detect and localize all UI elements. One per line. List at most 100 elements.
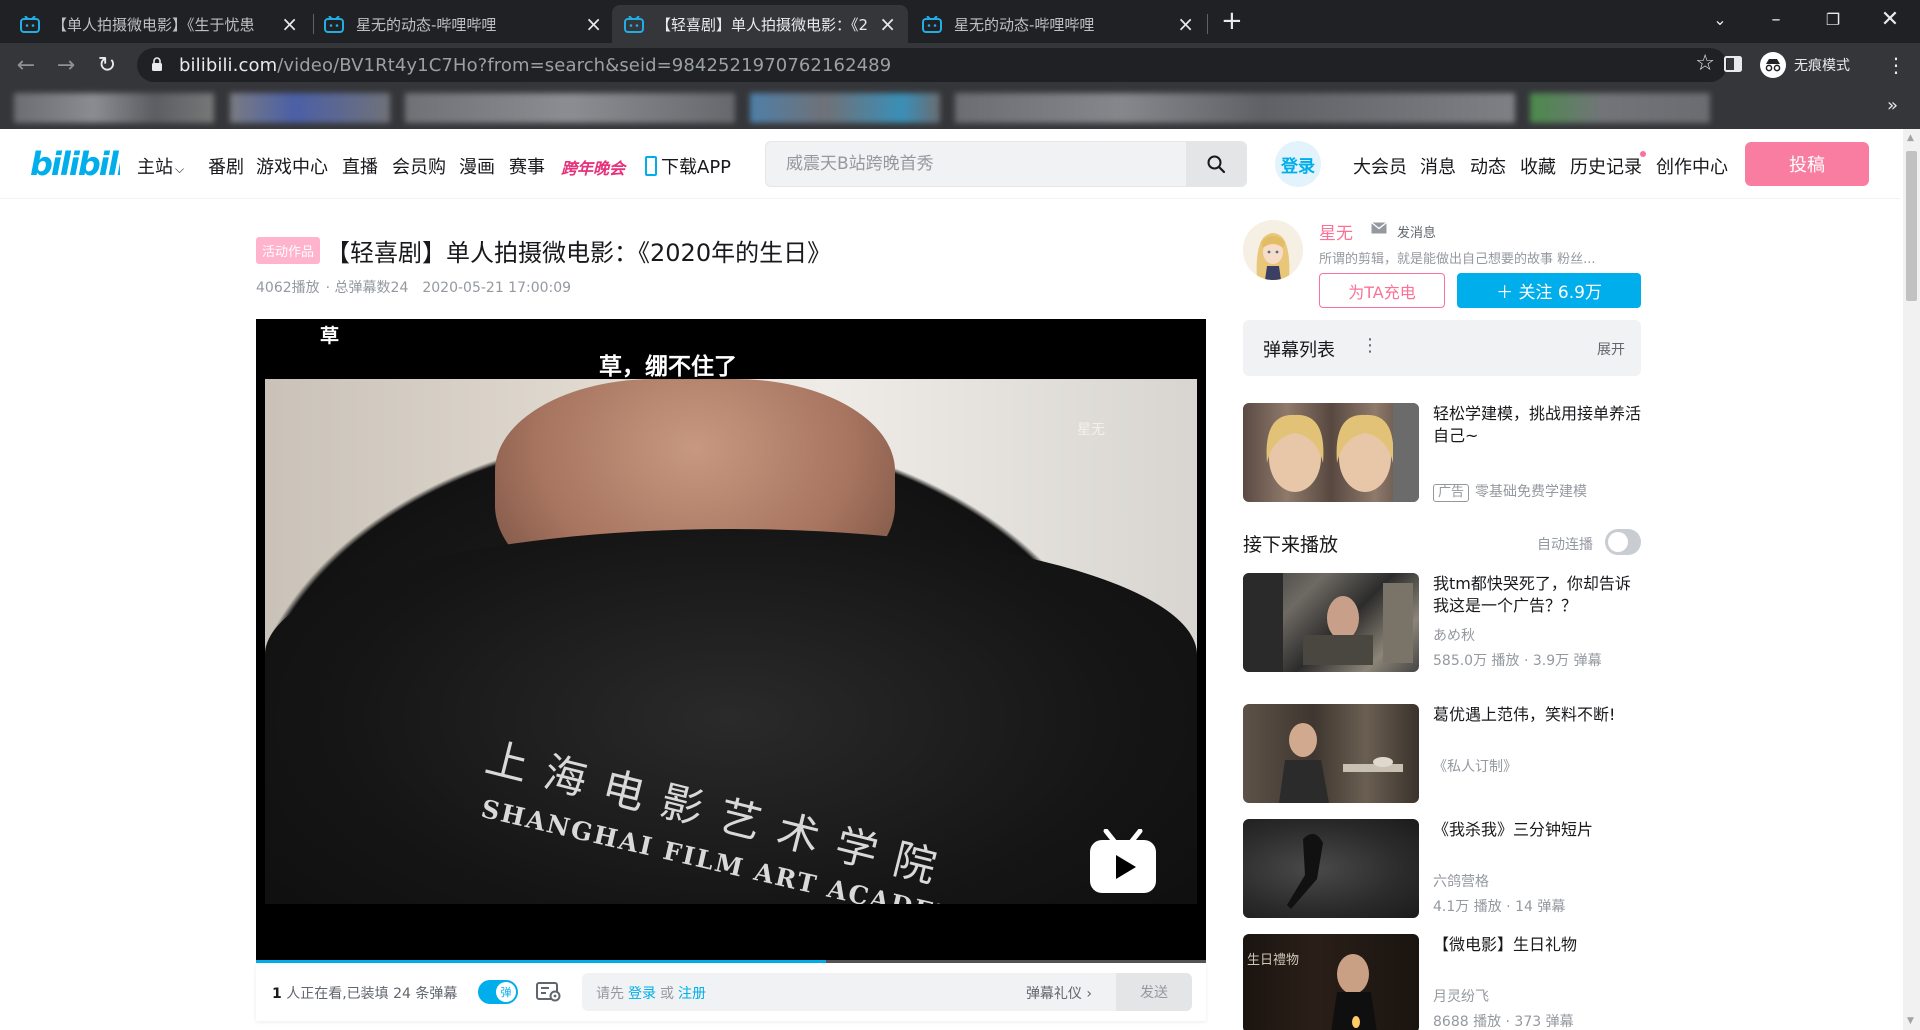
nav-vip[interactable]: 大会员 xyxy=(1353,153,1407,179)
nav-download-app[interactable]: 下载APP xyxy=(645,153,731,179)
nav-new-year-gala[interactable]: 跨年晚会 xyxy=(561,155,625,179)
bookmark-item[interactable] xyxy=(1530,93,1710,123)
browser-menu-icon[interactable]: ⋮ xyxy=(1886,55,1906,75)
more-options-icon[interactable]: ⋮ xyxy=(1361,335,1379,356)
nav-mall[interactable]: 会员购 xyxy=(392,153,446,179)
register-link[interactable]: 注册 xyxy=(678,986,706,1002)
bookmark-star-icon[interactable]: ☆ xyxy=(1695,51,1715,76)
uploader-avatar[interactable] xyxy=(1243,220,1303,280)
danmaku-comment: 草，绷不住了 xyxy=(599,354,737,380)
address-bar[interactable]: bilibili.com/video/BV1Rt4y1C7Ho?from=sea… xyxy=(137,48,1727,82)
minimize-icon[interactable]: – xyxy=(1748,0,1804,38)
big-play-icon[interactable] xyxy=(1088,829,1158,895)
search-box xyxy=(765,141,1247,187)
nav-label: 主站 xyxy=(137,157,173,178)
tab-title: 星无的动态-哔哩哔哩 xyxy=(954,15,1095,34)
video-frame: 上海电影艺术学院 SHANGHAI FILM ART ACADEMY 星无 xyxy=(265,379,1197,904)
video-uploader[interactable]: 月灵纷飞 xyxy=(1433,986,1489,1006)
lock-icon[interactable] xyxy=(151,56,169,74)
search-icon xyxy=(1207,155,1226,174)
more-bookmarks-icon[interactable]: » xyxy=(1887,95,1898,116)
reload-icon[interactable]: ↻ xyxy=(91,49,123,81)
search-button[interactable] xyxy=(1186,142,1246,186)
bilibili-favicon-icon xyxy=(922,15,942,33)
expand-button[interactable]: 展开 xyxy=(1597,339,1625,359)
bookmark-item[interactable] xyxy=(750,93,940,123)
browser-tab[interactable]: 星无的动态-哔哩哔哩 × xyxy=(910,5,1206,43)
side-panel-icon[interactable] xyxy=(1723,54,1743,78)
autoplay-switch[interactable] xyxy=(1605,529,1641,555)
danmaku-list-title: 弹幕列表 xyxy=(1263,340,1335,361)
close-tab-icon[interactable]: × xyxy=(585,14,602,34)
danmaku-etiquette-link[interactable]: 弹幕礼仪 › xyxy=(1026,983,1092,1003)
nav-main-site[interactable]: 主站 ⌵ xyxy=(137,153,184,179)
nav-manga[interactable]: 漫画 xyxy=(459,153,495,179)
envelope-icon[interactable] xyxy=(1371,222,1387,234)
recommended-video[interactable]: 我tm都快哭死了，你却告诉我这是一个广告？？ あめ秋 585.0万 播放 · 3… xyxy=(1243,573,1641,673)
close-window-icon[interactable]: ✕ xyxy=(1862,0,1918,38)
nav-history[interactable]: 历史记录 xyxy=(1570,151,1646,179)
browser-tab-active[interactable]: 【轻喜剧】单人拍摄微电影：《2 × xyxy=(612,5,908,43)
url-text: bilibili.com/video/BV1Rt4y1C7Ho?from=sea… xyxy=(179,55,891,76)
bookmark-item[interactable] xyxy=(230,93,390,123)
ad-card[interactable]: 轻松学建模，挑战用接单养活自己~ 广告 零基础免费学建模 xyxy=(1243,403,1641,503)
viewer-count: 1 人正在看,已装填 24 条弹幕 xyxy=(272,983,457,1003)
nav-dynamics[interactable]: 动态 xyxy=(1470,153,1506,179)
nav-creator-center[interactable]: 创作中心 xyxy=(1656,153,1728,179)
send-message-link[interactable]: 发消息 xyxy=(1397,222,1436,241)
bilibili-favicon-icon xyxy=(324,15,344,33)
video-uploader[interactable]: あめ秋 xyxy=(1433,625,1475,645)
danmaku-input[interactable]: 请先 登录或注册 弹幕礼仪 › 发送 xyxy=(582,973,1192,1011)
video-meta: 4062播放 · 总弹幕数24 2020-05-21 17:00:09 xyxy=(256,277,585,297)
login-link[interactable]: 登录 xyxy=(628,986,656,1002)
nav-anime[interactable]: 番剧 xyxy=(208,153,244,179)
uploader-name[interactable]: 星无 xyxy=(1319,219,1353,244)
nav-game-center[interactable]: 游戏中心 xyxy=(256,153,328,179)
nav-esports[interactable]: 赛事 xyxy=(509,153,545,179)
bookmark-item[interactable] xyxy=(14,93,214,123)
video-uploader[interactable]: 六鸽营格 xyxy=(1433,871,1489,891)
bilibili-logo[interactable]: bilibili xyxy=(30,141,120,187)
ad-thumbnail xyxy=(1243,403,1419,502)
browser-tab[interactable]: 【单人拍摄微电影】《生于忧患 × xyxy=(8,5,310,43)
back-icon[interactable]: ← xyxy=(10,49,42,81)
forward-icon[interactable]: → xyxy=(50,49,82,81)
nav-messages[interactable]: 消息 xyxy=(1420,153,1456,179)
danmaku-settings-icon[interactable] xyxy=(536,981,562,1003)
charge-button[interactable]: 为TA充电 xyxy=(1319,273,1445,308)
incognito-indicator[interactable]: 无痕模式 xyxy=(1760,50,1850,80)
new-tab-icon[interactable]: + xyxy=(1221,6,1243,36)
activity-badge[interactable]: 活动作品 xyxy=(256,236,321,264)
video-player[interactable]: 上海电影艺术学院 SHANGHAI FILM ART ACADEMY 星无 草 … xyxy=(256,319,1206,963)
scroll-up-arrow-icon[interactable]: ▲ xyxy=(1907,133,1914,143)
recommended-video[interactable]: 葛优遇上范伟，笑料不断! 《私人订制》 xyxy=(1243,704,1641,804)
search-input[interactable] xyxy=(766,142,1186,186)
close-tab-icon[interactable]: × xyxy=(1177,14,1194,34)
nav-label: 下载APP xyxy=(661,157,732,178)
send-danmaku-button[interactable]: 发送 xyxy=(1116,973,1192,1011)
play-count: 4062播放 xyxy=(256,280,320,296)
recommended-video[interactable]: 《我杀我》三分钟短片 六鸽营格 4.1万 播放 · 14 弹幕 xyxy=(1243,819,1641,919)
scroll-down-arrow-icon[interactable]: ▼ xyxy=(1907,1016,1914,1026)
restore-window-icon[interactable]: ❐ xyxy=(1805,0,1861,38)
hint-or: 或 xyxy=(660,986,674,1002)
login-hint: 请先 登录或注册 xyxy=(596,983,710,1003)
danmaku-toggle[interactable]: 弹 xyxy=(478,980,518,1004)
scrollbar-thumb[interactable] xyxy=(1906,151,1917,301)
nav-favorites[interactable]: 收藏 xyxy=(1520,153,1556,179)
recommended-video[interactable]: 生日禮物 【微电影】生日礼物 月灵纷飞 8688 播放 · 373 弹幕 xyxy=(1243,934,1641,1030)
browser-tab[interactable]: 星无的动态-哔哩哔哩 × xyxy=(312,5,614,43)
close-tab-icon[interactable]: × xyxy=(281,14,298,34)
upload-button[interactable]: 投稿 xyxy=(1745,142,1869,186)
bookmark-item[interactable] xyxy=(405,93,735,123)
follow-button[interactable]: ＋ 关注 6.9万 xyxy=(1457,273,1641,308)
danmaku-list-panel[interactable]: 弹幕列表 ⋮ 展开 xyxy=(1243,320,1641,376)
bookmark-item[interactable] xyxy=(955,93,1515,123)
login-avatar-button[interactable]: 登录 xyxy=(1275,141,1321,187)
site-header: bilibili 主站 ⌵ 番剧 游戏中心 直播 会员购 漫画 赛事 跨年晚会 下… xyxy=(0,129,1900,199)
nav-live[interactable]: 直播 xyxy=(342,153,378,179)
video-uploader[interactable]: 《私人订制》 xyxy=(1433,756,1517,776)
close-tab-icon[interactable]: × xyxy=(879,14,896,34)
tab-search-chevron-icon[interactable]: ⌄ xyxy=(1692,0,1748,38)
page-scrollbar[interactable]: ▲ ▼ xyxy=(1903,129,1920,1030)
